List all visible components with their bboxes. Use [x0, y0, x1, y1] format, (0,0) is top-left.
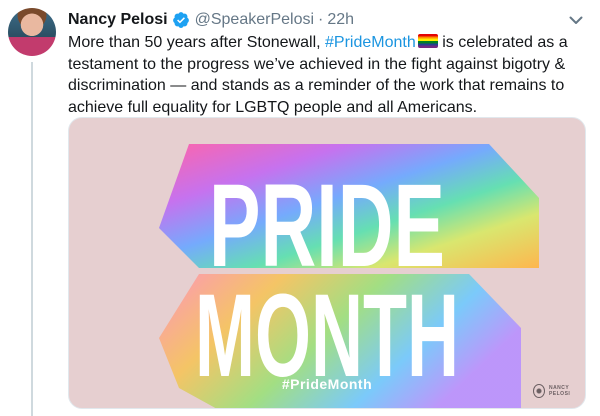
- hashtag-link[interactable]: #PrideMonth: [325, 34, 416, 51]
- tweet-media-image[interactable]: PRIDE MONTH #PrideMonth NANCY PELOSI: [68, 117, 586, 409]
- media-hashtag: #PrideMonth: [281, 376, 373, 392]
- tweet-text-start: More than 50 years after Stonewall,: [68, 34, 326, 51]
- author-handle[interactable]: @SpeakerPelosi: [195, 11, 314, 29]
- verified-badge-icon: [172, 11, 190, 29]
- seal-label: NANCY PELOSI: [548, 385, 571, 397]
- thread-line: [31, 62, 33, 416]
- separator-dot: ·: [318, 11, 324, 28]
- seal-icon: [533, 384, 545, 398]
- nancy-pelosi-seal-logo: NANCY PELOSI: [533, 384, 585, 398]
- pride-month-graphic: PRIDE MONTH: [159, 144, 539, 408]
- author-name[interactable]: Nancy Pelosi: [68, 11, 168, 29]
- chevron-down-icon[interactable]: [566, 10, 586, 30]
- avatar[interactable]: [8, 8, 56, 56]
- tweet-header: Nancy Pelosi @SpeakerPelosi · 22h: [68, 10, 354, 30]
- timestamp[interactable]: 22h: [327, 11, 354, 29]
- tweet-text: More than 50 years after Stonewall, #Pri…: [68, 32, 590, 118]
- rainbow-flag-icon: [417, 34, 438, 48]
